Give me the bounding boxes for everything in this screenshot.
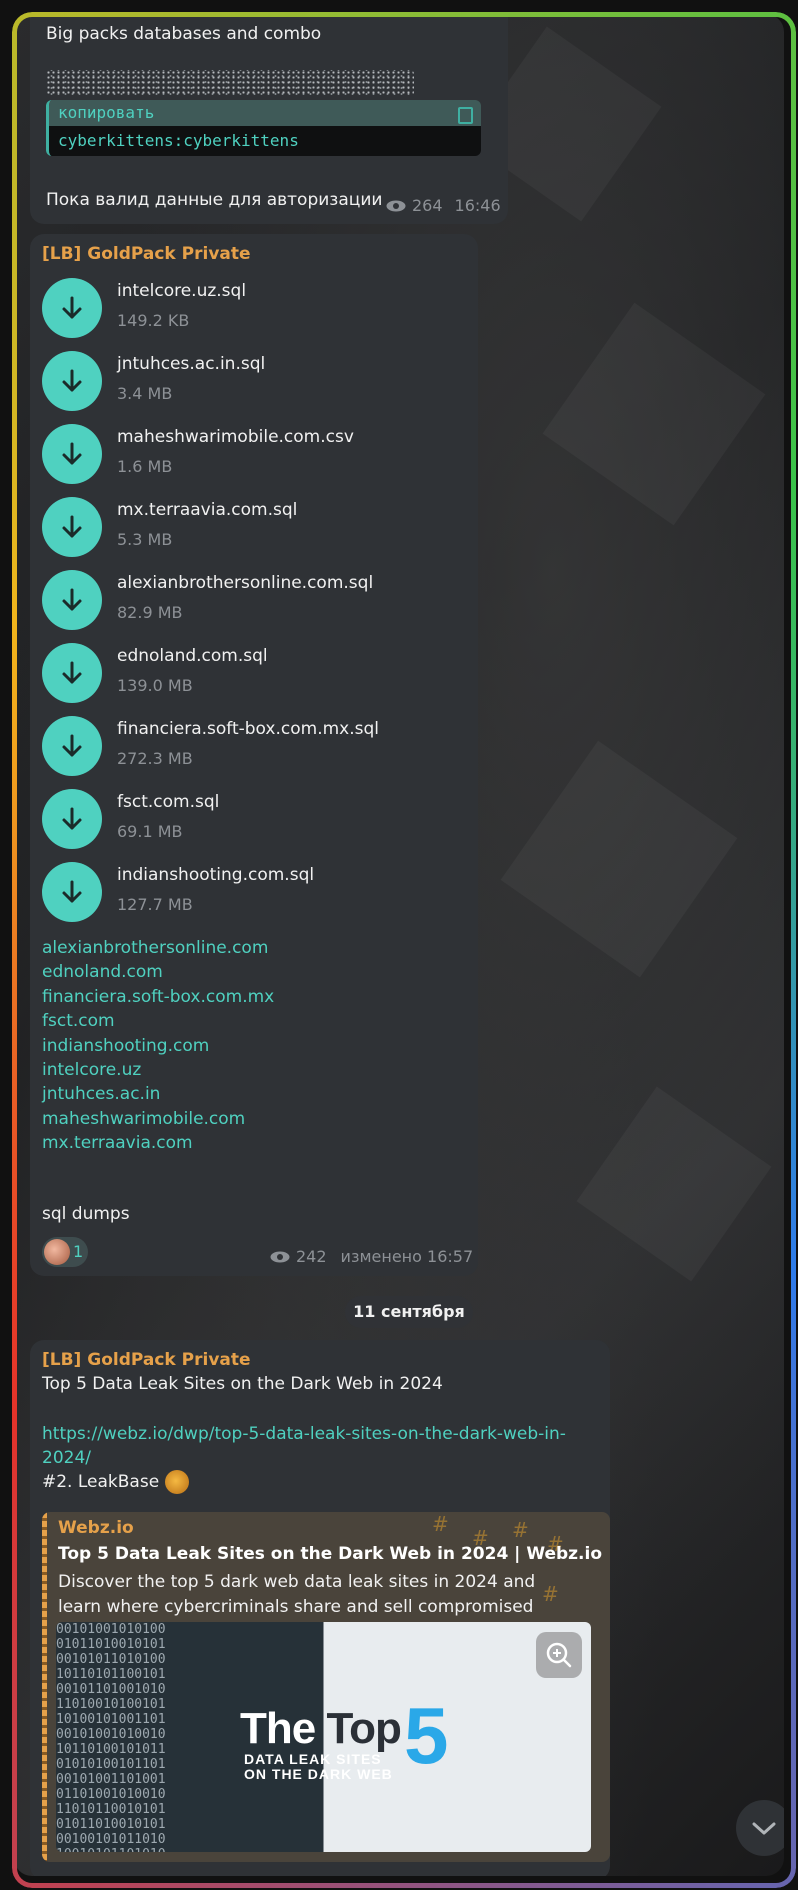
- file-size: 149.2 KB: [117, 311, 190, 330]
- code-value: cyberkittens:cyberkittens: [49, 126, 481, 156]
- leak-line: #2. LeakBase: [42, 1470, 190, 1494]
- file-attachment[interactable]: financiera.soft-box.com.mx.sql 272.3 MB: [42, 716, 482, 776]
- copy-icon[interactable]: [458, 107, 473, 124]
- file-name: mx.terraavia.com.sql: [117, 500, 298, 520]
- article-link[interactable]: https://webz.io/dwp/top-5-data-leak-site…: [42, 1422, 610, 1471]
- spoiler-text[interactable]: [46, 70, 414, 96]
- message-caption: sql dumps: [42, 1204, 130, 1224]
- zoom-icon[interactable]: [536, 1632, 582, 1678]
- download-icon[interactable]: [42, 278, 102, 338]
- file-attachment[interactable]: alexianbrothersonline.com.sql 82.9 MB: [42, 570, 482, 630]
- file-size: 272.3 MB: [117, 749, 193, 768]
- file-name: jntuhces.ac.in.sql: [117, 354, 266, 374]
- reaction-count: 1: [73, 1242, 84, 1261]
- file-name: indianshooting.com.sql: [117, 865, 315, 885]
- file-name: financiera.soft-box.com.mx.sql: [117, 719, 379, 739]
- file-attachment[interactable]: maheshwarimobile.com.csv 1.6 MB: [42, 424, 482, 484]
- hash-decor: #: [432, 1512, 449, 1536]
- file-size: 5.3 MB: [117, 530, 173, 549]
- download-icon[interactable]: [42, 862, 102, 922]
- edited-time: изменено 16:57: [340, 1247, 474, 1266]
- file-attachment[interactable]: mx.terraavia.com.sql 5.3 MB: [42, 497, 482, 557]
- banner-line1: DATA LEAK SITES: [244, 1751, 382, 1767]
- banner-top: Top: [326, 1704, 401, 1753]
- file-attachment[interactable]: indianshooting.com.sql 127.7 MB: [42, 862, 482, 922]
- file-attachment[interactable]: intelcore.uz.sql 149.2 KB: [42, 278, 482, 338]
- code-block[interactable]: копировать cyberkittens:cyberkittens: [46, 100, 481, 156]
- file-name: alexianbrothersonline.com.sql: [117, 573, 374, 593]
- file-attachment[interactable]: jntuhces.ac.in.sql 3.4 MB: [42, 351, 482, 411]
- file-name: fsct.com.sql: [117, 792, 220, 812]
- domain-link[interactable]: mx.terraavia.com: [42, 1131, 274, 1155]
- banner-the: The: [240, 1704, 316, 1753]
- banner-title: The Top: [240, 1704, 402, 1754]
- message-text: Big packs databases and combo: [46, 24, 322, 44]
- scroll-to-bottom-button[interactable]: [736, 1800, 784, 1856]
- message-title: Top 5 Data Leak Sites on the Dark Web in…: [42, 1374, 443, 1394]
- download-icon[interactable]: [42, 570, 102, 630]
- download-icon[interactable]: [42, 351, 102, 411]
- download-icon[interactable]: [42, 716, 102, 776]
- file-size: 69.1 MB: [117, 822, 183, 841]
- message-time: 16:46: [454, 196, 501, 215]
- file-attachment[interactable]: fsct.com.sql 69.1 MB: [42, 789, 482, 849]
- preview-accent-bar: [42, 1512, 47, 1862]
- chevron-down-icon: [752, 1822, 776, 1835]
- banner-five: 5: [404, 1691, 449, 1780]
- domain-link[interactable]: alexianbrothersonline.com: [42, 936, 274, 960]
- domain-link[interactable]: intelcore.uz: [42, 1058, 274, 1082]
- view-count: 264: [412, 196, 443, 215]
- file-name: maheshwarimobile.com.csv: [117, 427, 354, 447]
- eye-icon: [270, 1251, 290, 1262]
- file-attachment[interactable]: ednoland.com.sql 139.0 MB: [42, 643, 482, 703]
- code-label: копировать: [58, 103, 155, 122]
- domain-link[interactable]: financiera.soft-box.com.mx: [42, 985, 274, 1009]
- domain-link[interactable]: ednoland.com: [42, 960, 274, 984]
- download-icon[interactable]: [42, 643, 102, 703]
- file-name: ednoland.com.sql: [117, 646, 268, 666]
- banner-line2: ON THE DARK WEB: [244, 1766, 393, 1782]
- banner-subtitle: DATA LEAK SITES ON THE DARK WEB: [244, 1752, 393, 1782]
- file-size: 82.9 MB: [117, 603, 183, 622]
- domain-link[interactable]: jntuhces.ac.in: [42, 1082, 274, 1106]
- message-text: Пока валид данные для авторизации: [46, 190, 383, 210]
- domain-link[interactable]: indianshooting.com: [42, 1034, 274, 1058]
- message-bubble-article: [LB] GoldPack Private Top 5 Data Leak Si…: [30, 1340, 610, 1876]
- reaction-avatar: [44, 1239, 70, 1265]
- domain-link[interactable]: maheshwarimobile.com: [42, 1107, 274, 1131]
- download-icon[interactable]: [42, 424, 102, 484]
- message-meta: 264 16:46: [386, 196, 501, 215]
- message-bubble-combo: Big packs databases and combo копировать…: [30, 14, 508, 224]
- eye-icon: [386, 200, 406, 211]
- message-meta: 242 изменено 16:57: [270, 1247, 473, 1266]
- reaction-chip[interactable]: 1: [42, 1237, 88, 1267]
- sender-name[interactable]: [LB] GoldPack Private: [42, 1350, 251, 1370]
- domain-link-list: alexianbrothersonline.com ednoland.com fin…: [42, 936, 274, 1156]
- preview-site-name: Webz.io: [58, 1518, 134, 1538]
- file-size: 3.4 MB: [117, 384, 173, 403]
- preview-title: Top 5 Data Leak Sites on the Dark Web in…: [58, 1544, 603, 1564]
- file-size: 127.7 MB: [117, 895, 193, 914]
- file-name: intelcore.uz.sql: [117, 281, 247, 301]
- date-separator: 11 сентября: [345, 1296, 473, 1328]
- hash-decor: #: [512, 1518, 529, 1542]
- link-preview-card[interactable]: # # # # # Webz.io Top 5 Data Leak Sites …: [42, 1512, 610, 1862]
- leakbase-sticker-icon: [165, 1470, 190, 1494]
- binary-pattern: 0010100101010001011010010101001010110101…: [56, 1622, 166, 1852]
- download-icon[interactable]: [42, 497, 102, 557]
- file-size: 139.0 MB: [117, 676, 193, 695]
- chat-background: Big packs databases and combo копировать…: [14, 14, 784, 1876]
- sender-name[interactable]: [LB] GoldPack Private: [42, 244, 251, 264]
- domain-link[interactable]: fsct.com: [42, 1009, 274, 1033]
- preview-image[interactable]: 0010100101010001011010010101001010110101…: [56, 1622, 591, 1852]
- leak-line-text: #2. LeakBase: [42, 1472, 160, 1492]
- message-bubble-files: [LB] GoldPack Private intelcore.uz.sql 14…: [30, 234, 478, 1276]
- file-size: 1.6 MB: [117, 457, 173, 476]
- download-icon[interactable]: [42, 789, 102, 849]
- view-count: 242: [296, 1247, 327, 1266]
